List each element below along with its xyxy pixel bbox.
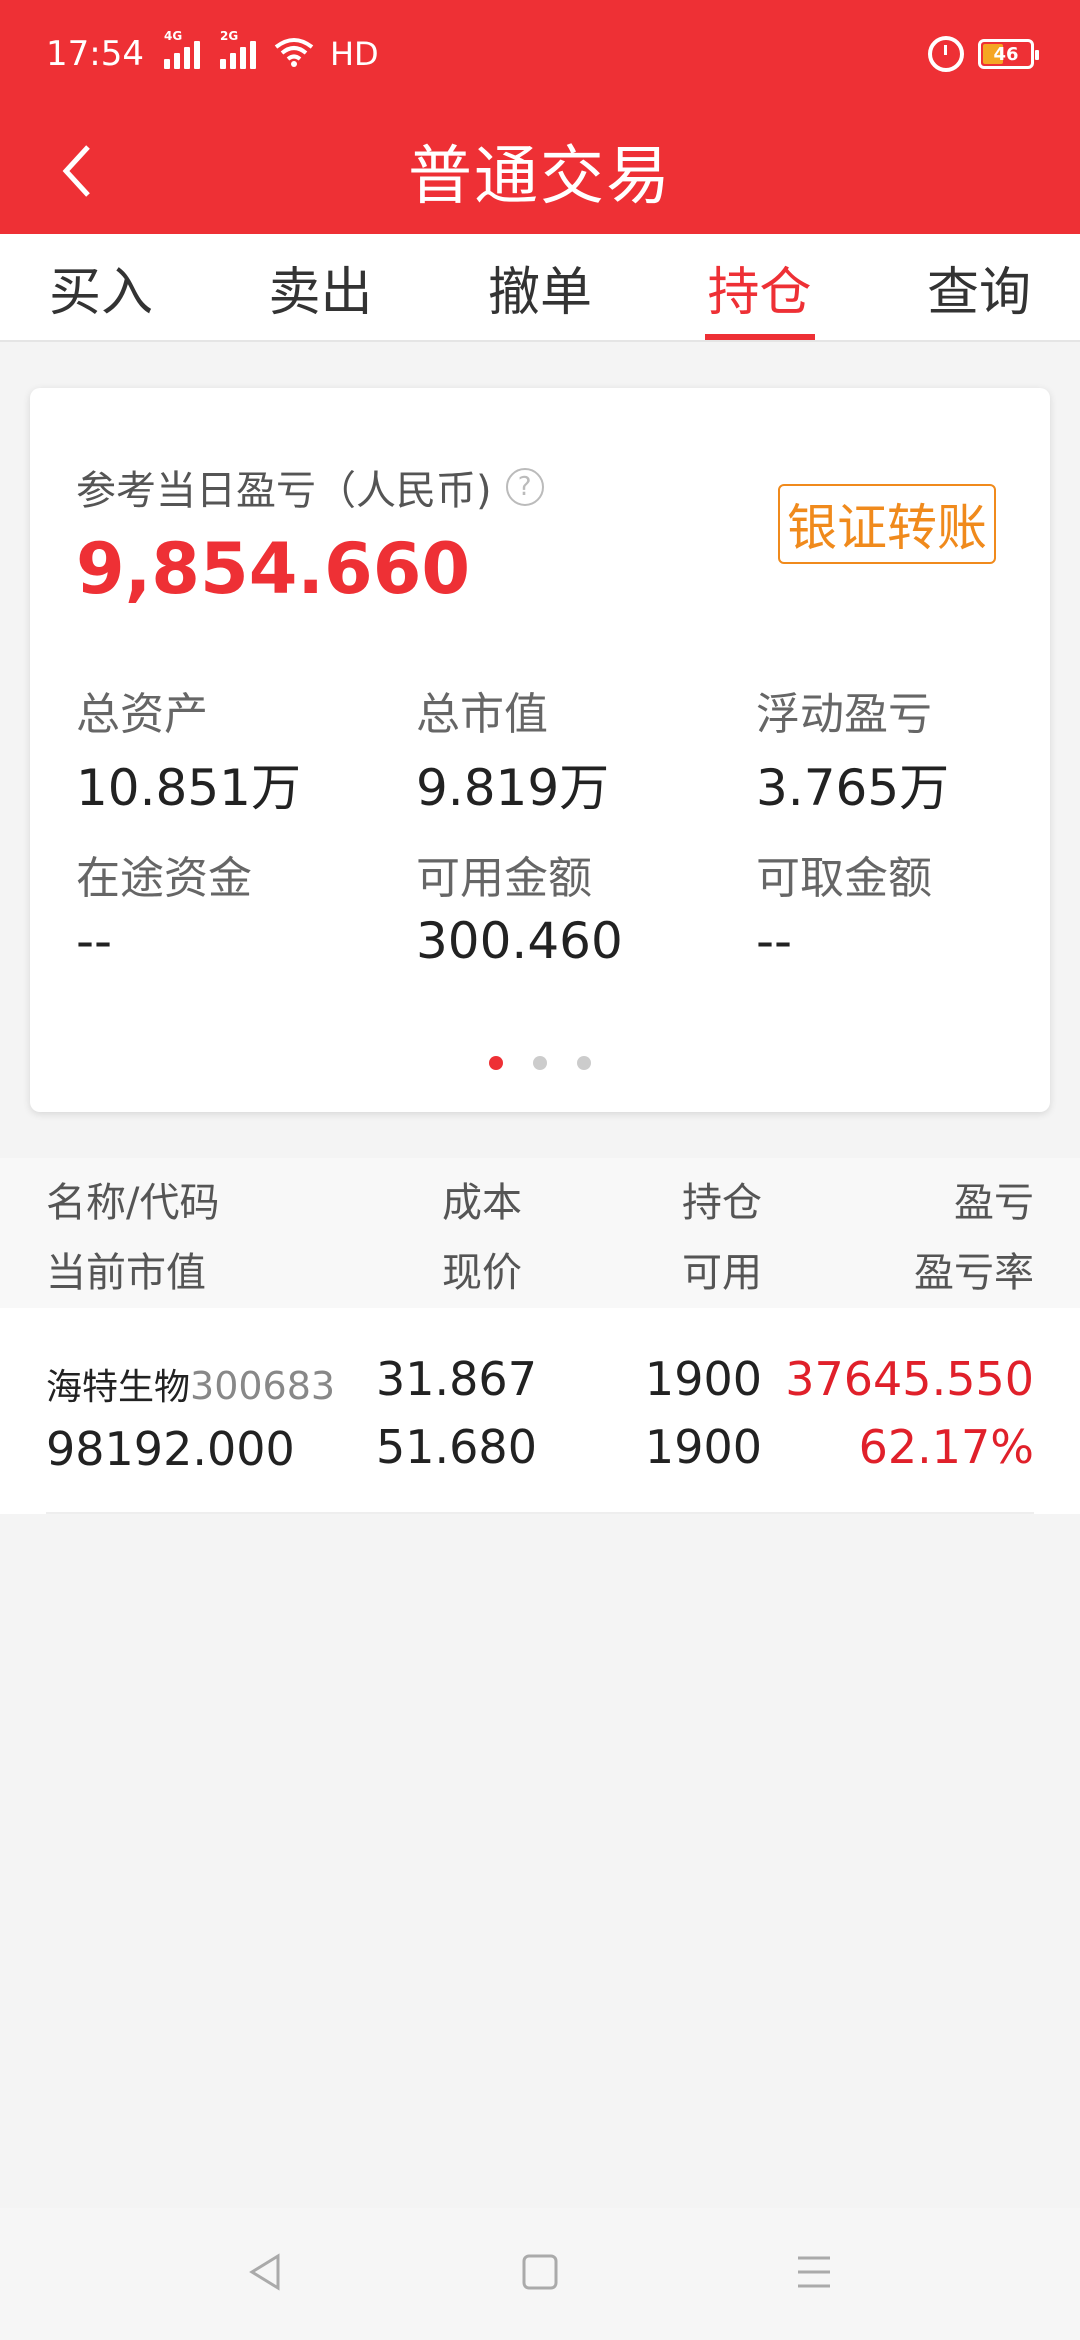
page-dot-3[interactable]	[577, 1056, 591, 1070]
stat-value: 10.851万	[76, 759, 301, 817]
stat-withdrawable-funds: 可取金额 --	[756, 842, 1026, 976]
stat-in-transit-funds: 在途资金 --	[76, 842, 416, 976]
pnl-amount: 37645.550	[785, 1352, 1034, 1406]
menu-lines-icon[interactable]	[792, 2250, 836, 2298]
home-square-icon[interactable]	[518, 2250, 562, 2298]
stock-name-code: 海特生物300683	[46, 1356, 335, 1410]
header-pnl: 盈亏	[954, 1180, 1034, 1226]
page-indicator	[30, 1056, 1050, 1070]
stat-value: 3.765万	[756, 759, 950, 817]
header-name-code: 名称/代码	[46, 1180, 220, 1226]
available-qty: 1900	[644, 1420, 762, 1474]
signal-4g-label: 4G	[163, 29, 183, 43]
stock-code: 300683	[190, 1364, 336, 1408]
stat-available-funds: 可用金额 300.460	[416, 842, 756, 976]
back-button[interactable]	[48, 138, 108, 204]
tab-sell[interactable]: 卖出	[266, 234, 376, 340]
chevron-left-icon	[62, 145, 90, 197]
wifi-icon	[274, 37, 314, 71]
tab-buy[interactable]: 买入	[46, 234, 156, 340]
signal-2g-label: 2G	[219, 29, 239, 43]
signal-4g-icon: 4G	[163, 29, 200, 69]
stat-label: 总资产	[76, 689, 208, 740]
table-row[interactable]: 海特生物300683 31.867 1900 37645.550 98192.0…	[0, 1308, 1080, 1514]
header-price: 现价	[442, 1250, 522, 1296]
stat-market-value: 总市值 9.819万	[416, 678, 756, 817]
system-nav-bar	[0, 2208, 1080, 2340]
status-right: 46	[928, 36, 1039, 72]
tab-bar: 买入 卖出 撤单 持仓 查询	[0, 234, 1080, 342]
daily-pnl-label-row: 参考当日盈亏（人民币) ?	[76, 458, 544, 516]
header-cost: 成本	[442, 1180, 522, 1226]
stat-label: 在途资金	[76, 853, 252, 904]
stat-value: 9.819万	[416, 759, 610, 817]
header-pnl-rate: 盈亏率	[914, 1250, 1034, 1296]
help-icon[interactable]: ?	[505, 468, 544, 506]
status-left: 17:54 4G 2G HD	[46, 29, 379, 74]
status-time: 17:54	[46, 34, 144, 74]
stock-name: 海特生物	[46, 1367, 191, 1408]
stat-label: 可取金额	[756, 853, 932, 904]
page-title: 普通交易	[408, 140, 672, 214]
stat-label: 总市值	[416, 689, 548, 740]
header-market-value: 当前市值	[46, 1250, 206, 1296]
asset-stats: 总资产 10.851万 总市值 9.819万 浮动盈亏 3.765万 在途资金 …	[76, 678, 1026, 976]
stat-total-assets: 总资产 10.851万	[76, 678, 416, 817]
back-triangle-icon[interactable]	[244, 2250, 288, 2298]
status-bar: 17:54 4G 2G HD 46	[0, 0, 1080, 108]
market-value: 98192.000	[46, 1422, 295, 1476]
positions-table-header: 名称/代码 成本 持仓 盈亏 当前市值 现价 可用 盈亏率	[0, 1158, 1080, 1308]
header-position: 持仓	[682, 1180, 762, 1226]
current-price: 51.680	[376, 1420, 537, 1474]
cost-price: 31.867	[376, 1352, 537, 1406]
signal-2g-icon: 2G	[219, 29, 256, 69]
tab-positions[interactable]: 持仓	[704, 234, 815, 340]
hd-label: HD	[329, 35, 379, 73]
page-dot-2[interactable]	[533, 1056, 547, 1070]
battery-icon: 46	[978, 39, 1039, 69]
header-available: 可用	[682, 1250, 762, 1296]
nav-bar: 普通交易	[0, 108, 1080, 234]
divider	[46, 1512, 1034, 1514]
alarm-icon	[928, 36, 964, 72]
stat-value: --	[76, 912, 113, 970]
page-dot-1[interactable]	[489, 1056, 503, 1070]
daily-pnl-label: 参考当日盈亏（人民币)	[76, 468, 492, 514]
battery-level: 46	[993, 43, 1019, 65]
daily-pnl-value: 9,854.660	[76, 528, 471, 610]
position-qty: 1900	[644, 1352, 762, 1406]
stat-label: 可用金额	[416, 853, 592, 904]
stat-floating-pnl: 浮动盈亏 3.765万	[756, 678, 1026, 817]
stat-value: 300.460	[416, 912, 623, 970]
stat-label: 浮动盈亏	[756, 689, 932, 740]
pnl-rate: 62.17%	[858, 1420, 1034, 1474]
tab-query[interactable]: 查询	[924, 234, 1034, 340]
tab-cancel-order[interactable]: 撤单	[485, 234, 595, 340]
account-summary-card[interactable]: 参考当日盈亏（人民币) ? 9,854.660 银证转账 总资产 10.851万…	[30, 388, 1050, 1112]
bank-transfer-button[interactable]: 银证转账	[778, 484, 996, 564]
stat-value: --	[756, 912, 793, 970]
